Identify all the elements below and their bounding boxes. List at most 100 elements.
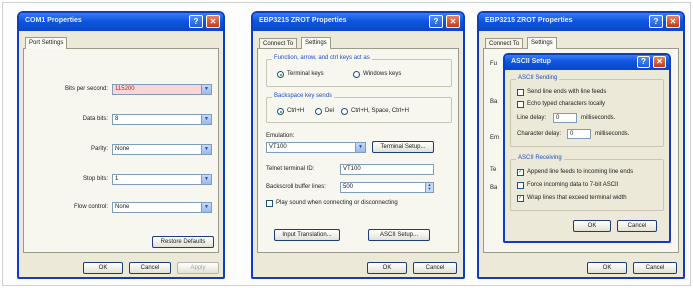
bits-per-second-select[interactable]: 115200 ▼ xyxy=(112,84,212,95)
ascii-setup-dialog: ASCII Setup ? ✕ ASCII Sending Send line … xyxy=(503,53,671,243)
title-bar[interactable]: EBP3215 ZROT Properties ? ✕ xyxy=(479,13,683,31)
backspace-ctrl-h-label: Ctrl+H xyxy=(287,108,305,114)
terminal-keys-radio[interactable] xyxy=(277,71,284,78)
chevron-down-icon[interactable]: ▼ xyxy=(201,115,211,124)
data-bits-select[interactable]: 8 ▼ xyxy=(112,114,212,125)
line-delay-input[interactable]: 0 xyxy=(553,113,577,123)
terminal-setup-button[interactable]: Terminal Setup... xyxy=(372,141,434,153)
echo-typed-label: Echo typed characters locally xyxy=(527,101,606,107)
line-delay-value: 0 xyxy=(556,115,560,121)
spinner-arrows-icon[interactable]: ▲ ▼ xyxy=(425,183,433,192)
backspace-del-radio[interactable] xyxy=(315,108,322,115)
function-keys-group-title: Function, arrow, and ctrl keys act as xyxy=(272,55,372,61)
stop-bits-label: Stop bits: xyxy=(82,176,108,182)
close-icon[interactable]: ✕ xyxy=(666,15,680,28)
line-delay-label: Line delay: xyxy=(517,115,547,121)
help-icon[interactable]: ? xyxy=(637,56,650,68)
port-settings-panel: Bits per second: 115200 ▼ Data bits: 8 ▼… xyxy=(23,48,219,253)
input-translation-button[interactable]: Input Translation... xyxy=(274,229,340,241)
tab-settings[interactable]: Settings xyxy=(301,37,331,49)
function-keys-group: Function, arrow, and ctrl keys act as Te… xyxy=(266,55,452,87)
append-lf-checkbox[interactable]: ✓ xyxy=(517,169,524,176)
telnet-id-label: Telnet terminal ID: xyxy=(266,166,315,172)
stop-bits-value: 1 xyxy=(115,176,119,182)
stop-bits-select[interactable]: 1 ▼ xyxy=(112,174,212,185)
cancel-button[interactable]: Cancel xyxy=(129,262,171,274)
char-delay-value: 0 xyxy=(570,131,574,137)
windows-keys-radio[interactable] xyxy=(353,71,360,78)
bits-per-second-label: Bits per second: xyxy=(64,86,108,92)
window-title: COM1 Properties xyxy=(25,17,82,24)
title-bar[interactable]: EBP3215 ZROT Properties ? ✕ xyxy=(253,13,463,31)
window-title: EBP3215 ZROT Properties xyxy=(485,17,573,24)
ok-button[interactable]: OK xyxy=(367,262,407,274)
ascii-sending-title: ASCII Sending xyxy=(516,75,560,81)
hidden-label-fragment: Fu xyxy=(490,61,498,67)
backspace-ctrl-h-space-radio[interactable] xyxy=(341,108,348,115)
flow-control-value: None xyxy=(115,204,130,210)
window-title: EBP3215 ZROT Properties xyxy=(259,17,347,24)
cancel-button[interactable]: Cancel xyxy=(413,262,457,274)
chevron-down-icon[interactable]: ▼ xyxy=(201,145,211,154)
telnet-id-input[interactable]: VT100 xyxy=(340,164,434,175)
ok-button[interactable]: OK xyxy=(83,262,123,274)
append-lf-label: Append line feeds to incoming line ends xyxy=(527,169,634,175)
flow-control-select[interactable]: None ▼ xyxy=(112,202,212,213)
wrap-lines-checkbox[interactable]: ✓ xyxy=(517,195,524,202)
data-bits-label: Data bits: xyxy=(82,116,108,122)
send-line-ends-label: Send line ends with line feeds xyxy=(527,89,607,95)
chevron-down-icon[interactable]: ▼ xyxy=(201,175,211,184)
backscroll-value: 500 xyxy=(343,184,354,190)
send-line-ends-checkbox[interactable] xyxy=(517,89,524,96)
hidden-label-fragment: Ba xyxy=(490,99,498,105)
cancel-button[interactable]: Cancel xyxy=(633,262,677,274)
close-icon[interactable]: ✕ xyxy=(653,56,666,68)
ascii-receiving-title: ASCII Receiving xyxy=(516,155,564,161)
force-7bit-checkbox[interactable] xyxy=(517,182,524,189)
chevron-down-icon[interactable]: ▼ xyxy=(201,203,211,212)
char-delay-input[interactable]: 0 xyxy=(567,129,591,139)
close-icon[interactable]: ✕ xyxy=(446,15,460,28)
play-sound-checkbox[interactable] xyxy=(266,200,273,207)
screenshot-frame: COM1 Properties ? ✕ Port Settings Bits p… xyxy=(2,2,691,286)
backscroll-input[interactable]: 500 ▲ ▼ xyxy=(340,182,434,193)
chevron-down-icon[interactable]: ▼ xyxy=(201,85,211,94)
backspace-group-title: Backspace key sends xyxy=(272,93,335,99)
terminal-keys-label: Terminal keys xyxy=(287,71,324,77)
connection-properties-dialog-back: EBP3215 ZROT Properties ? ✕ Connect To S… xyxy=(477,11,685,279)
help-icon[interactable]: ? xyxy=(429,15,443,28)
tab-settings[interactable]: Settings xyxy=(527,37,557,49)
help-icon[interactable]: ? xyxy=(189,15,203,28)
hidden-label-fragment: Ba xyxy=(490,185,498,191)
backspace-ctrl-h-space-label: Ctrl+H, Space, Ctrl+H xyxy=(351,108,410,114)
restore-defaults-button[interactable]: Restore Defaults xyxy=(152,236,214,248)
force-7bit-label: Force incoming data to 7-bit ASCII xyxy=(527,182,619,188)
chevron-down-icon[interactable]: ▼ xyxy=(355,143,365,152)
parity-value: None xyxy=(115,146,130,152)
ascii-setup-button[interactable]: ASCII Setup... xyxy=(368,229,430,241)
hidden-label-fragment: Em xyxy=(490,135,499,141)
line-delay-unit: milliseconds. xyxy=(581,115,616,121)
echo-typed-checkbox[interactable] xyxy=(517,101,524,108)
char-delay-label: Character delay: xyxy=(517,131,562,137)
backspace-group: Backspace key sends Ctrl+H Del Ctrl+H, S… xyxy=(266,93,452,123)
tab-port-settings[interactable]: Port Settings xyxy=(25,37,68,49)
help-icon[interactable]: ? xyxy=(649,15,663,28)
backspace-ctrl-h-radio[interactable] xyxy=(277,108,284,115)
title-bar[interactable]: ASCII Setup ? ✕ xyxy=(505,55,669,70)
play-sound-label: Play sound when connecting or disconnect… xyxy=(276,200,398,206)
close-icon[interactable]: ✕ xyxy=(206,15,220,28)
parity-select[interactable]: None ▼ xyxy=(112,144,212,155)
ascii-cancel-button[interactable]: Cancel xyxy=(617,220,657,232)
emulation-label: Emulation: xyxy=(266,133,295,139)
data-bits-value: 8 xyxy=(115,116,119,122)
window-title: ASCII Setup xyxy=(511,58,552,65)
emulation-select[interactable]: VT100 ▼ xyxy=(266,142,366,153)
windows-keys-label: Windows keys xyxy=(363,71,402,77)
bits-per-second-value: 115200 xyxy=(115,86,135,92)
title-bar[interactable]: COM1 Properties ? ✕ xyxy=(19,13,223,31)
ascii-ok-button[interactable]: OK xyxy=(573,220,611,232)
apply-button[interactable]: Apply xyxy=(177,262,219,274)
ok-button[interactable]: OK xyxy=(587,262,627,274)
backscroll-label: Backscroll buffer lines: xyxy=(266,184,326,190)
